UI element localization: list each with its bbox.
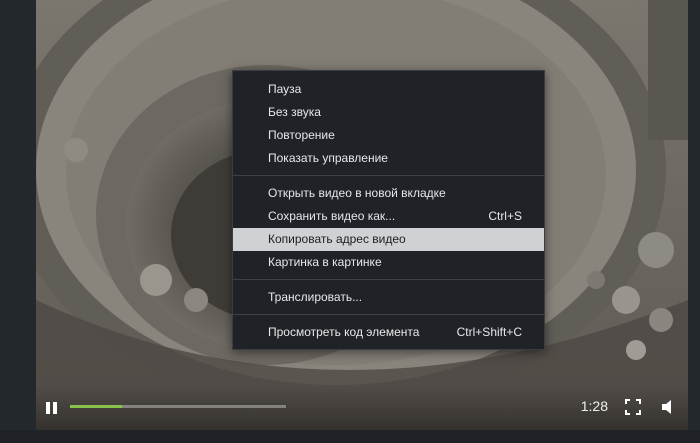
menu-item-inspect-element[interactable]: Просмотреть код элемента Ctrl+Shift+C (233, 321, 544, 344)
menu-separator (233, 279, 544, 280)
page: 1:28 Пауза Без звука Повторение Показать уп… (0, 0, 700, 443)
menu-item-shortcut: Ctrl+S (488, 209, 522, 223)
fullscreen-icon[interactable] (624, 398, 642, 416)
page-margin-right (688, 0, 700, 430)
menu-item-loop[interactable]: Повторение (233, 124, 544, 147)
menu-separator (233, 175, 544, 176)
page-margin-left (0, 0, 36, 430)
menu-item-label: Показать управление (268, 151, 388, 165)
context-menu: Пауза Без звука Повторение Показать управле… (232, 70, 545, 350)
menu-item-pause[interactable]: Пауза (233, 78, 544, 101)
menu-item-label: Просмотреть код элемента (268, 325, 420, 339)
menu-item-label: Сохранить видео как... (268, 209, 396, 223)
menu-item-cast[interactable]: Транслировать... (233, 286, 544, 309)
menu-item-copy-video-address[interactable]: Копировать адрес видео (233, 228, 544, 251)
menu-item-picture-in-picture[interactable]: Картинка в картинке (233, 251, 544, 274)
menu-separator (233, 314, 544, 315)
menu-item-label: Транслировать... (268, 290, 363, 304)
menu-item-label: Повторение (268, 128, 335, 142)
video-timeline[interactable] (70, 405, 286, 408)
menu-item-label: Картинка в картинке (268, 255, 382, 269)
menu-item-label: Пауза (268, 82, 302, 96)
menu-item-show-controls[interactable]: Показать управление (233, 147, 544, 170)
menu-item-open-video-new-tab[interactable]: Открыть видео в новой вкладке (233, 182, 544, 205)
pause-icon[interactable] (44, 400, 60, 416)
menu-item-mute[interactable]: Без звука (233, 101, 544, 124)
menu-item-label: Открыть видео в новой вкладке (268, 186, 446, 200)
video-time: 1:28 (580, 398, 608, 414)
page-bottom-strip (0, 430, 700, 443)
menu-item-shortcut: Ctrl+Shift+C (456, 325, 522, 339)
video-controls: 1:28 (36, 386, 688, 430)
volume-icon[interactable] (658, 398, 676, 416)
timeline-played (70, 405, 122, 408)
menu-item-save-video-as[interactable]: Сохранить видео как... Ctrl+S (233, 205, 544, 228)
menu-item-label: Без звука (268, 105, 321, 119)
menu-item-label: Копировать адрес видео (268, 232, 406, 246)
